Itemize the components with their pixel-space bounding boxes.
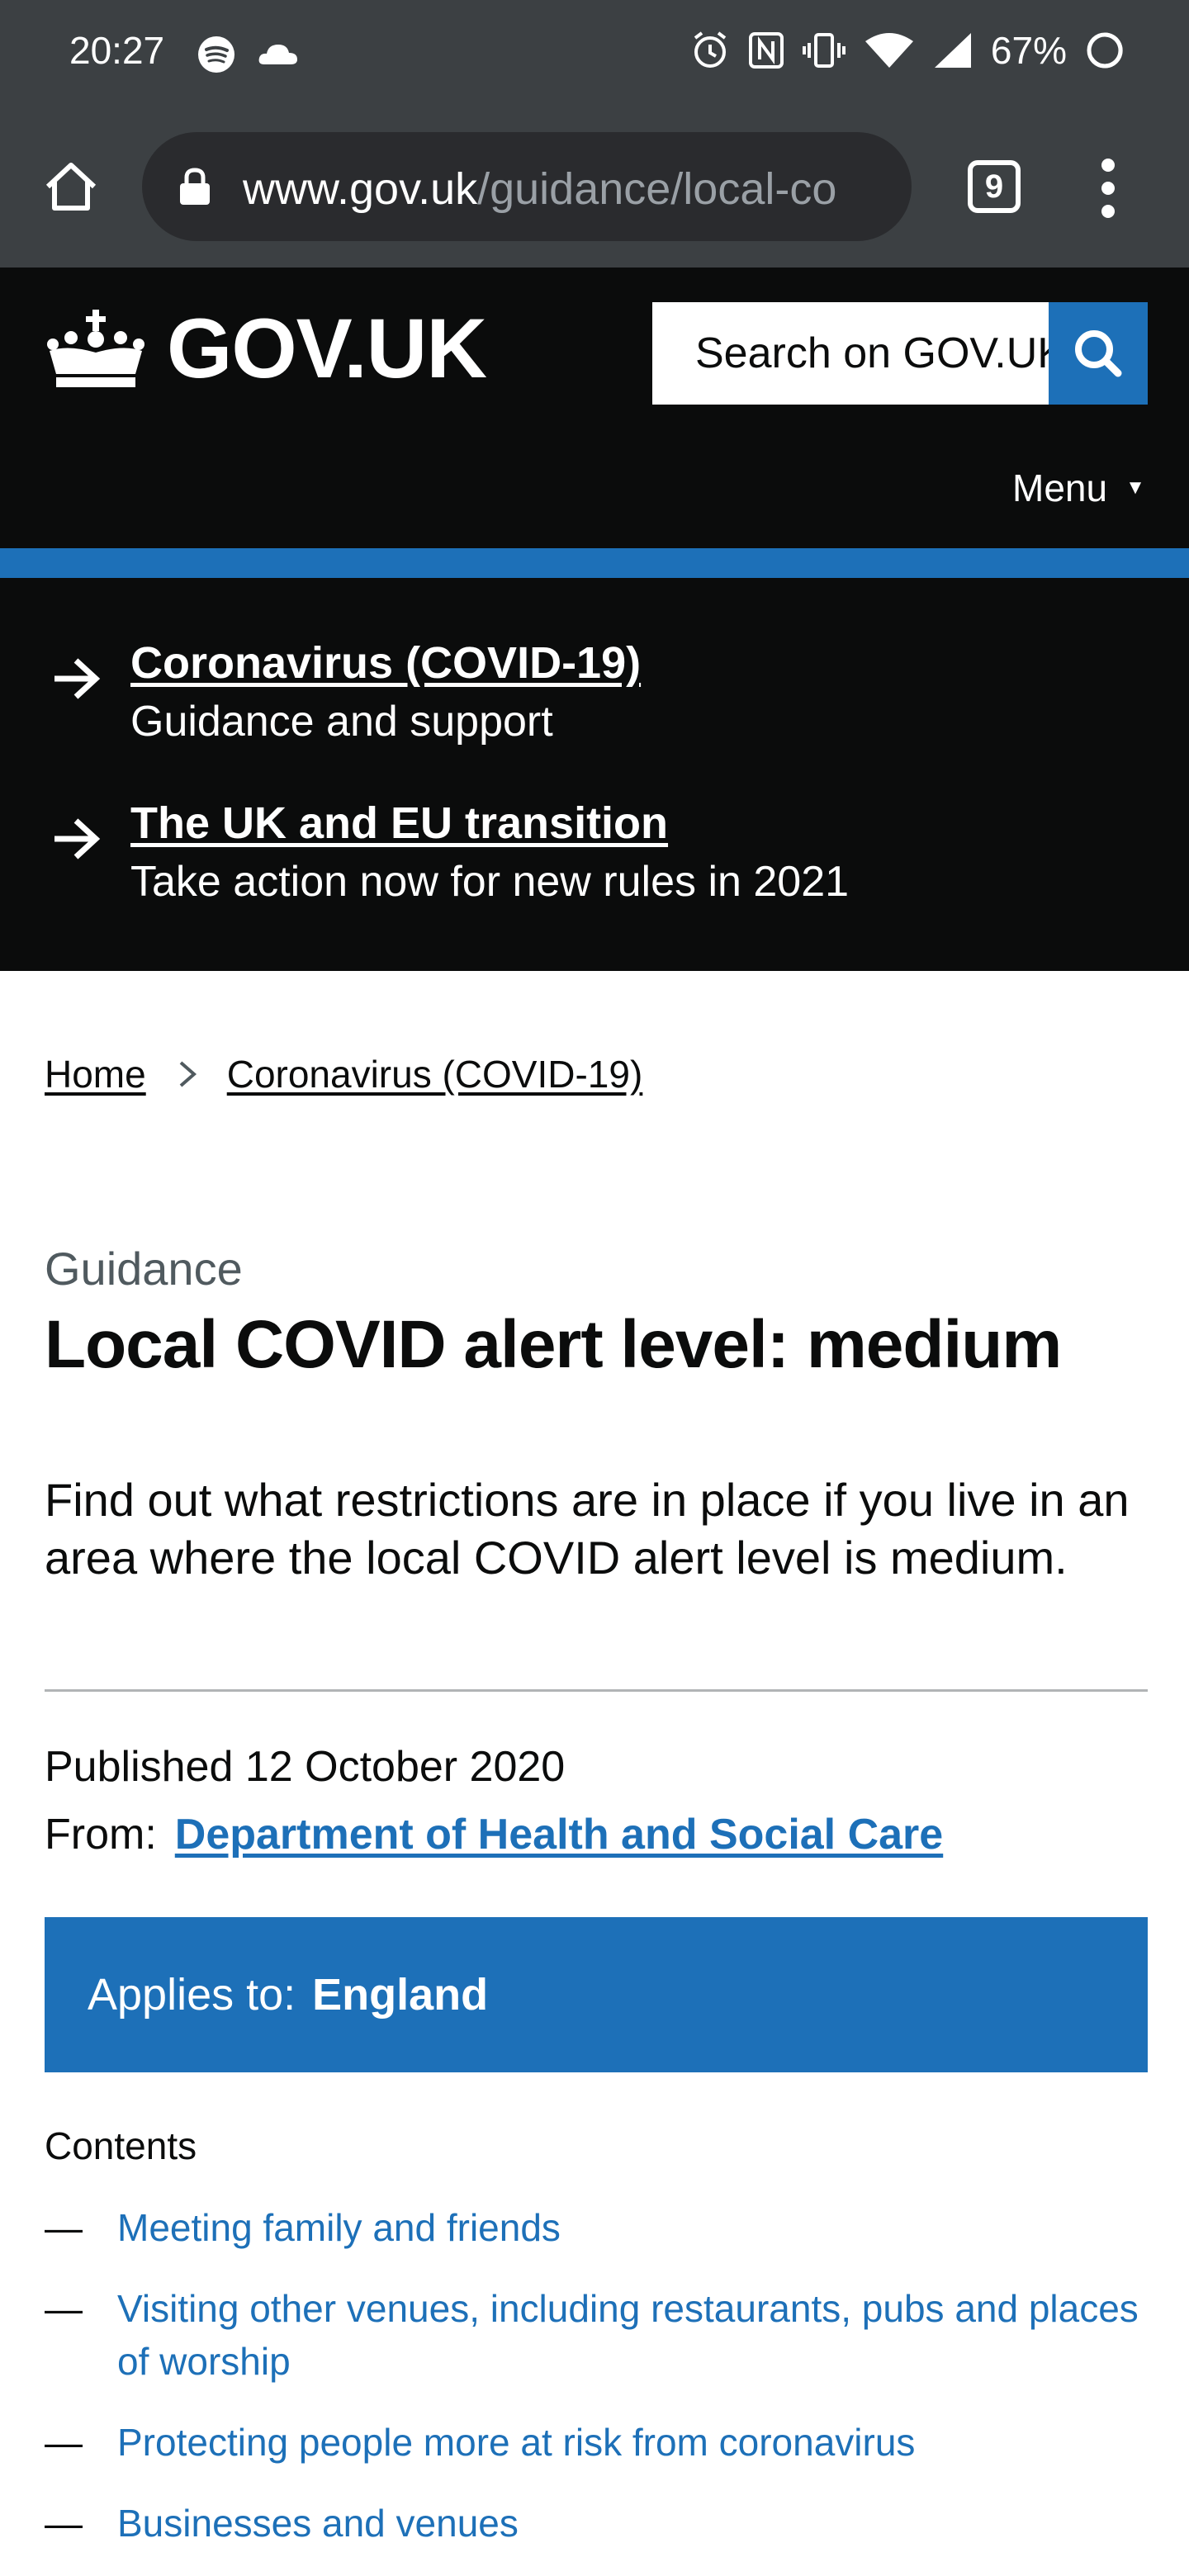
menu-button[interactable]: Menu ▼ [1012, 466, 1145, 510]
notice-title[interactable]: Coronavirus (COVID-19) [130, 637, 641, 689]
govuk-header: GOV.UK Search on GOV.UK Menu ▼ [0, 268, 1189, 548]
address-bar[interactable]: www.gov.uk/guidance/local-co [142, 132, 912, 241]
applies-to-box: Applies to: England [45, 1917, 1148, 2072]
dash: — [45, 2502, 83, 2545]
url-domain: www.gov.uk [243, 164, 478, 214]
cloud-icon [258, 45, 297, 64]
vibrate-icon [802, 33, 846, 68]
search-button[interactable] [1049, 302, 1148, 405]
contents-link[interactable]: Visiting other venues, including restaur… [117, 2282, 1148, 2388]
alarm-icon [694, 31, 727, 68]
arrow-right-icon [54, 658, 101, 699]
nfc-icon [748, 32, 784, 69]
battery-percent: 67% [990, 29, 1067, 72]
notice-text: Coronavirus (COVID-19) Guidance and supp… [130, 637, 641, 746]
url-path: /guidance/local-co [477, 164, 837, 214]
organisation-link[interactable]: Department of Health and Social Care [175, 1810, 943, 1859]
search-icon [1075, 330, 1122, 377]
notice-text: The UK and EU transition Take action now… [130, 798, 849, 907]
status-left-icons [197, 35, 301, 74]
arrow-right-icon [54, 818, 101, 859]
header-blue-bar [0, 548, 1189, 578]
caret-down-icon: ▼ [1125, 476, 1145, 499]
applies-label: Applies to: [88, 1970, 296, 2020]
notice-description: Take action now for new rules in 2021 [130, 858, 850, 906]
status-bar: 20:27 67% [0, 0, 1189, 106]
crown-icon [47, 309, 144, 387]
search-input[interactable]: Search on GOV.UK [652, 302, 1049, 405]
status-time: 20:27 [69, 29, 165, 72]
govuk-logo-text: GOV.UK [167, 301, 487, 395]
contents-item: — Businesses and venues [45, 2497, 1148, 2550]
notice-eu-transition[interactable]: The UK and EU transition Take action now… [48, 798, 849, 907]
published-date: Published 12 October 2020 [45, 1743, 566, 1791]
contents-list: — Meeting family and friends — Visiting … [45, 2201, 1148, 2576]
tab-switcher-button[interactable]: 9 [968, 160, 1021, 213]
chevron-right-icon [179, 1061, 197, 1087]
breadcrumb-home[interactable]: Home [45, 1052, 146, 1096]
lead-paragraph: Find out what restrictions are in place … [45, 1474, 1130, 1584]
contents-item: — Meeting family and friends [45, 2201, 1148, 2254]
govuk-logo[interactable]: GOV.UK [43, 301, 487, 397]
home-icon[interactable] [41, 157, 101, 216]
status-right: 67% [690, 28, 1125, 73]
dash: — [45, 2206, 83, 2249]
dash: — [45, 2287, 83, 2330]
notice-title[interactable]: The UK and EU transition [130, 798, 849, 849]
url-text: www.gov.uk/guidance/local-co [243, 163, 895, 215]
applies-value: England [312, 1970, 489, 2020]
more-options-icon[interactable] [1098, 155, 1118, 221]
notice-description: Guidance and support [130, 698, 553, 746]
from-line: From: Department of Health and Social Ca… [45, 1810, 943, 1859]
contents-link[interactable]: Protecting people more at risk from coro… [117, 2416, 915, 2469]
signal-icon [934, 33, 971, 68]
page-caption: Guidance [45, 1243, 243, 1295]
global-notices: Coronavirus (COVID-19) Guidance and supp… [0, 578, 1189, 971]
divider [45, 1689, 1148, 1692]
contents-heading: Contents [45, 2124, 197, 2167]
from-label: From: [45, 1811, 157, 1859]
page-title: Local COVID alert level: medium [45, 1307, 1062, 1382]
notice-coronavirus[interactable]: Coronavirus (COVID-19) Guidance and supp… [48, 637, 641, 746]
breadcrumb: Home Coronavirus (COVID-19) [45, 1052, 642, 1096]
breadcrumb-coronavirus[interactable]: Coronavirus (COVID-19) [227, 1052, 643, 1096]
menu-label: Menu [1012, 466, 1108, 509]
contents-link[interactable]: Businesses and venues [117, 2497, 519, 2550]
contents-item: — Protecting people more at risk from co… [45, 2416, 1148, 2469]
dash: — [45, 2421, 83, 2464]
battery-icon [1087, 32, 1123, 69]
contents-item: — Visiting other venues, including resta… [45, 2282, 1148, 2388]
spotify-icon [198, 36, 234, 73]
browser-toolbar: www.gov.uk/guidance/local-co 9 [0, 106, 1189, 268]
wifi-icon [865, 33, 913, 68]
lock-icon [180, 168, 210, 205]
contents-link[interactable]: Meeting family and friends [117, 2201, 561, 2254]
